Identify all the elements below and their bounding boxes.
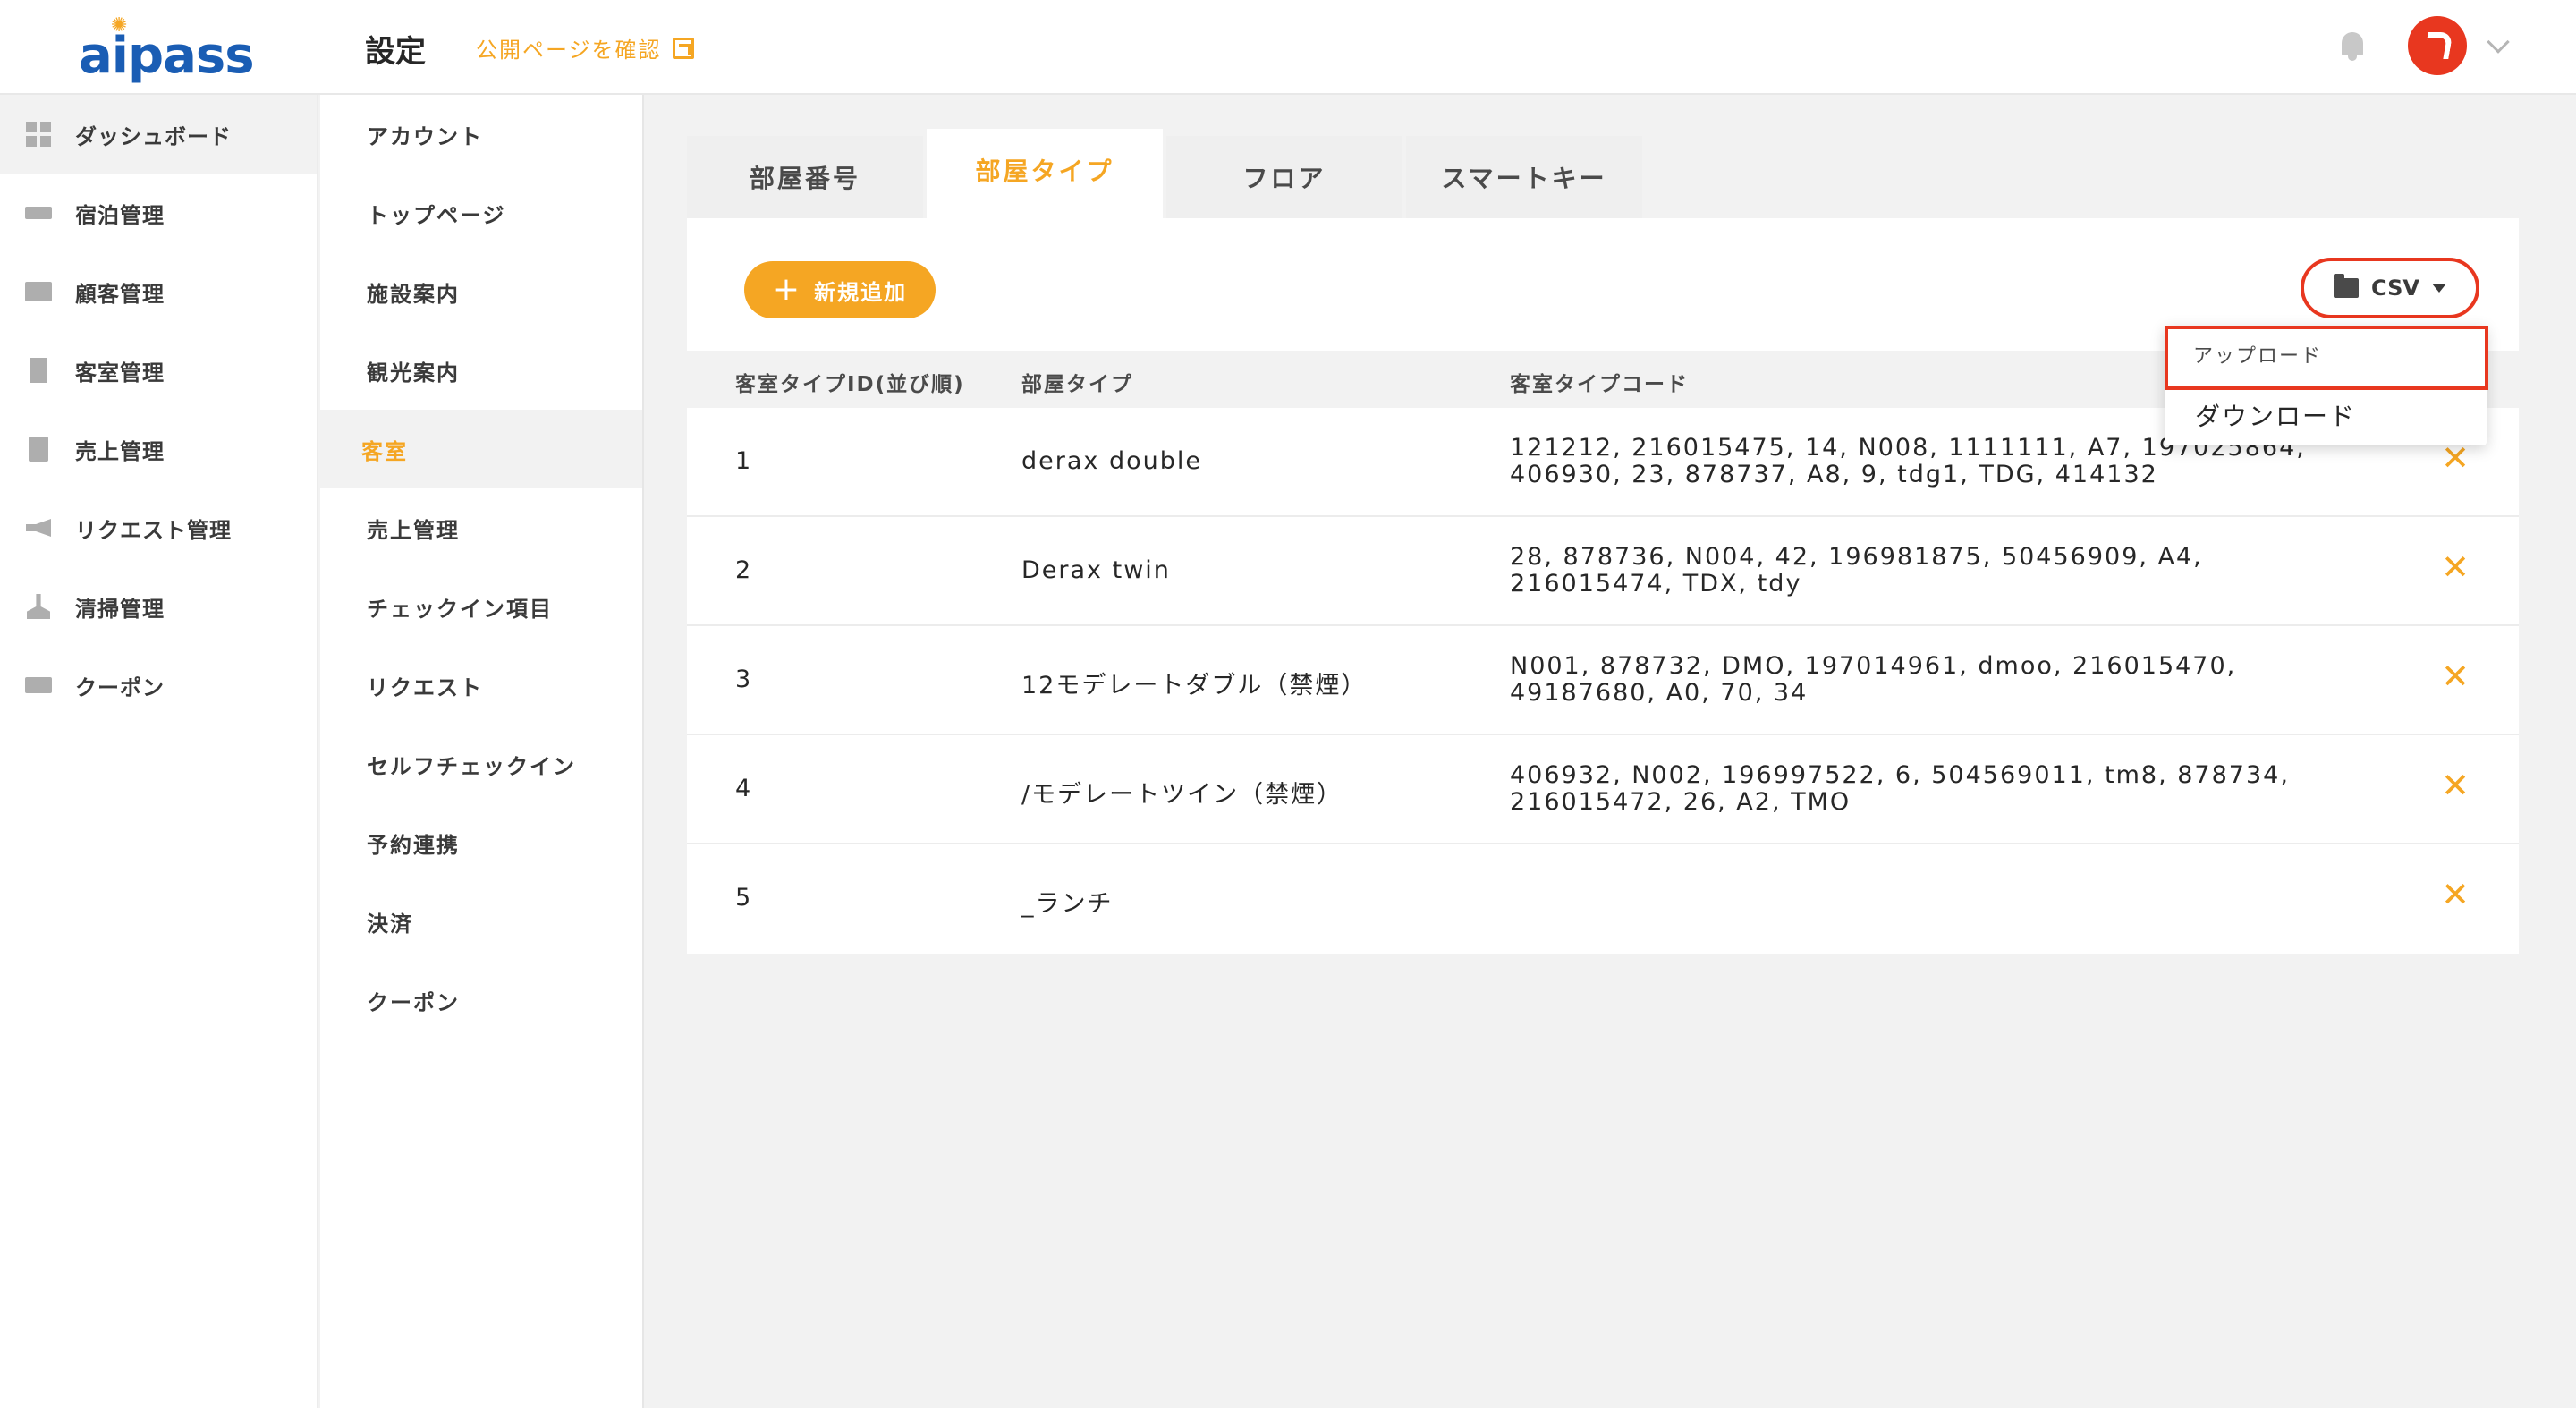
sidebar-item-label: 客室管理 [75,360,165,386]
avatar[interactable] [2408,16,2467,75]
sidebar-item-label: 売上管理 [75,438,165,464]
cell-room-type: derax double [1021,447,1202,475]
cell-id: 2 [735,556,753,584]
subnav-item-requests[interactable]: リクエスト [320,646,642,725]
tab-room-types[interactable]: 部屋タイプ [927,129,1163,218]
megaphone-icon [25,514,52,541]
logo-text: aipass [79,27,255,85]
csv-button[interactable]: CSV [2301,258,2479,318]
tab-room-numbers[interactable]: 部屋番号 [687,136,923,218]
sidebar-item-stays[interactable]: 宿泊管理 [0,174,317,252]
door-icon [25,357,52,384]
sidebar-item-customers[interactable]: 顧客管理 [0,252,317,331]
csv-upload-option[interactable]: アップロード [2165,326,2488,390]
column-header-id: 客室タイプID(並び順) [735,373,965,396]
subnav-item-checkin-fields[interactable]: チェックイン項目 [320,567,642,646]
tab-smart-keys[interactable]: スマートキー [1406,136,1642,218]
csv-dropdown-menu: アップロード ダウンロード [2165,326,2488,445]
delete-icon[interactable]: ✕ [2438,768,2474,803]
table-row[interactable]: 4 /モデレートツイン（禁煙） 406932, N002, 196997522,… [687,735,2519,844]
settings-subnav: アカウント トップページ 施設案内 観光案内 客室 売上管理 チェックイン項目 … [320,95,644,1408]
caret-down-icon [2431,284,2446,293]
sidebar-item-sales[interactable]: 売上管理 [0,410,317,488]
table-row[interactable]: 2 Derax twin 28, 878736, N004, 42, 19698… [687,517,2519,626]
csv-download-option[interactable]: ダウンロード [2195,397,2356,433]
column-header-type-code: 客室タイプコード [1510,373,1689,396]
folder-icon [2334,274,2360,298]
external-link-icon [672,37,694,59]
cell-room-type: _ランチ [1021,890,1114,918]
tab-floors[interactable]: フロア [1166,136,1402,218]
subnav-item-sightseeing[interactable]: 観光案内 [320,331,642,410]
subnav-item-rooms[interactable]: 客室 [320,410,642,488]
avatar-logo-icon [2423,32,2453,59]
aipass-logo[interactable]: ✺ aipass [79,14,255,85]
sidebar-item-label: クーポン [75,674,165,700]
bed-icon [25,199,52,226]
top-header: ✺ aipass 設定 公開ページを確認 [0,0,2576,95]
sidebar-item-label: 宿泊管理 [75,202,165,228]
cell-id: 1 [735,447,753,475]
subnav-item-top-page[interactable]: トップページ [320,174,642,252]
cell-room-type: /モデレートツイン（禁煙） [1021,781,1343,809]
page-title: 設定 [365,34,426,70]
cell-room-type: Derax twin [1021,556,1171,584]
cell-type-codes: N001, 878732, DMO, 197014961, dmoo, 2160… [1510,652,2237,707]
sidebar-item-cleaning[interactable]: 清掃管理 [0,567,317,646]
plus-icon: + [772,271,802,308]
subnav-item-self-checkin[interactable]: セルフチェックイン [320,725,642,803]
cell-type-codes: 28, 878736, N004, 42, 196981875, 5045690… [1510,543,2203,598]
cell-id: 4 [735,775,753,802]
column-header-room-type: 部屋タイプ [1021,373,1133,396]
delete-icon[interactable]: ✕ [2438,877,2474,912]
cell-id: 3 [735,666,753,693]
bell-icon[interactable] [2336,29,2368,64]
ticket-icon [25,672,52,699]
dashboard-icon [25,121,52,148]
cell-room-type: 12モデレートダブル（禁煙） [1021,672,1368,700]
public-page-link[interactable]: 公開ページを確認 [476,32,694,64]
subnav-item-facility-guide[interactable]: 施設案内 [320,252,642,331]
cell-type-codes: 406932, N002, 196997522, 6, 504569011, t… [1510,761,2290,816]
folder-person-icon [25,278,52,305]
subnav-item-reservation-link[interactable]: 予約連携 [320,803,642,882]
delete-icon[interactable]: ✕ [2438,658,2474,694]
sidebar-item-label: 顧客管理 [75,281,165,307]
broom-icon [25,593,52,620]
csv-label: CSV [2371,276,2419,301]
public-page-link-label: 公開ページを確認 [476,38,662,63]
sidebar-item-dashboard[interactable]: ダッシュボード [0,95,317,174]
sidebar-item-label: リクエスト管理 [75,517,232,543]
delete-icon[interactable]: ✕ [2438,549,2474,585]
sidebar-item-coupons[interactable]: クーポン [0,646,317,725]
sidebar-item-rooms[interactable]: 客室管理 [0,331,317,410]
cell-id: 5 [735,884,753,912]
table-row[interactable]: 5 _ランチ ✕ [687,844,2519,954]
subnav-item-sales[interactable]: 売上管理 [320,488,642,567]
chevron-down-icon[interactable] [2487,30,2510,54]
sidebar-item-label: 清掃管理 [75,596,165,622]
room-settings-tabs: 部屋番号 部屋タイプ フロア スマートキー [687,129,1642,218]
subnav-item-payment[interactable]: 決済 [320,882,642,961]
add-new-label: 新規追加 [814,279,908,305]
calculator-icon [25,436,52,462]
delete-icon[interactable]: ✕ [2438,440,2474,476]
table-row[interactable]: 3 12モデレートダブル（禁煙） N001, 878732, DMO, 1970… [687,626,2519,735]
main-sidebar: ダッシュボード 宿泊管理 顧客管理 客室管理 売上管理 リクエスト管理 清掃管理… [0,95,318,1408]
subnav-item-account[interactable]: アカウント [320,95,642,174]
sidebar-item-requests[interactable]: リクエスト管理 [0,488,317,567]
add-new-button[interactable]: + 新規追加 [744,261,936,318]
subnav-item-coupons[interactable]: クーポン [320,961,642,1039]
sidebar-item-label: ダッシュボード [75,123,232,149]
